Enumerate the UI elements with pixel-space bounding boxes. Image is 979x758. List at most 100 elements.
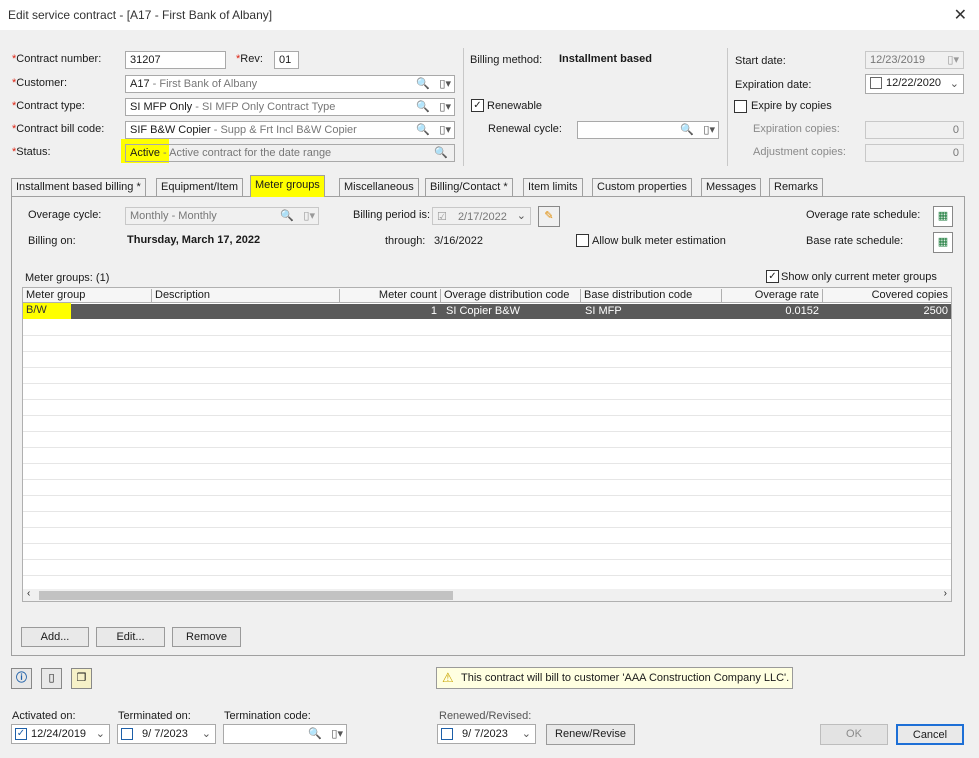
- activated-checkbox[interactable]: ✓: [15, 728, 27, 740]
- chevron-down-icon[interactable]: ⌄: [202, 727, 211, 740]
- column-header[interactable]: Meter group: [23, 289, 152, 303]
- termination-code-label: Termination code:: [224, 710, 311, 722]
- start-date-label: Start date:: [735, 55, 786, 67]
- calendar-icon: ▯▾: [947, 54, 959, 66]
- lookup-dropdown-icon[interactable]: ▯▾: [439, 123, 451, 136]
- lookup-dropdown-icon[interactable]: ▯▾: [439, 100, 451, 113]
- search-icon[interactable]: 🔍: [416, 100, 430, 113]
- edit-button[interactable]: Edit...: [96, 627, 165, 647]
- lookup-dropdown-icon: ▯▾: [303, 210, 315, 222]
- customer-label: *Customer:: [12, 77, 68, 89]
- tab-item-limits[interactable]: Item limits: [523, 178, 583, 196]
- tab-meter-groups[interactable]: Meter groups: [250, 175, 325, 197]
- column-header[interactable]: Covered copies: [823, 289, 951, 303]
- rev-label: *Rev:: [236, 53, 263, 65]
- search-icon[interactable]: 🔍: [416, 77, 430, 90]
- bulk-meter-checkbox[interactable]: [576, 234, 589, 247]
- remove-button[interactable]: Remove: [172, 627, 241, 647]
- terminated-date-field[interactable]: 9/ 7/2023 ⌄: [117, 724, 216, 744]
- title-bar: Edit service contract - [A17 - First Ban…: [0, 0, 979, 30]
- show-current-checkbox[interactable]: ✓: [766, 270, 779, 283]
- horizontal-scrollbar[interactable]: ‹ ›: [23, 588, 951, 601]
- meter-groups-count: Meter groups: (1): [25, 272, 110, 284]
- tab-custom-properties[interactable]: Custom properties: [592, 178, 692, 196]
- contract-number-label: *Contract number:: [12, 53, 102, 65]
- billing-on-label: Billing on:: [28, 235, 76, 247]
- overage-rate-schedule-label: Overage rate schedule:: [806, 209, 921, 221]
- contract-type-field[interactable]: SI MFP Only - SI MFP Only Contract Type …: [125, 98, 455, 116]
- ok-button[interactable]: OK: [820, 724, 888, 745]
- chevron-down-icon[interactable]: ⌄: [96, 727, 105, 740]
- tab-equipment-item[interactable]: Equipment/Item: [156, 178, 244, 196]
- scrollbar-thumb[interactable]: [39, 591, 453, 600]
- status-field[interactable]: Active - Active contract for the date ra…: [125, 144, 455, 162]
- expire-by-copies-label: Expire by copies: [751, 100, 832, 112]
- billing-on-value: Thursday, March 17, 2022: [127, 234, 261, 246]
- add-button[interactable]: Add...: [21, 627, 89, 647]
- row-line: [23, 463, 951, 464]
- status-label: *Status:: [12, 146, 51, 158]
- termination-code-field[interactable]: 🔍 ▯▾: [223, 724, 347, 744]
- tab-messages[interactable]: Messages: [701, 178, 762, 196]
- tab-remarks[interactable]: Remarks: [769, 178, 824, 196]
- row-line: [23, 335, 951, 336]
- bulk-meter-label: Allow bulk meter estimation: [592, 235, 726, 247]
- rate-schedule-icon[interactable]: ▦: [933, 232, 953, 253]
- bill-code-field[interactable]: SIF B&W Copier - Supp & Frt Incl B&W Cop…: [125, 121, 455, 139]
- row-line: [23, 415, 951, 416]
- table-row[interactable]: B/W 1 SI Copier B&W SI MFP 0.0152 2500: [23, 303, 951, 319]
- renewable-label: Renewable: [487, 100, 543, 112]
- terminated-label: Terminated on:: [118, 710, 191, 722]
- chevron-down-icon[interactable]: ⌄: [522, 727, 531, 740]
- column-header[interactable]: Description: [152, 289, 340, 303]
- scroll-right-icon[interactable]: ›: [944, 588, 947, 599]
- close-icon[interactable]: ✕: [954, 5, 967, 25]
- row-line: [23, 431, 951, 432]
- renewal-cycle-field[interactable]: 🔍 ▯▾: [577, 121, 719, 139]
- meter-groups-grid: Meter group Description Meter count Over…: [22, 287, 952, 602]
- search-icon[interactable]: 🔍: [680, 123, 694, 136]
- terminated-checkbox[interactable]: [121, 728, 133, 740]
- adjustment-copies-field: 0: [865, 144, 964, 162]
- search-icon[interactable]: 🔍: [308, 727, 322, 740]
- table-cell: 1: [430, 305, 437, 317]
- row-line: [23, 367, 951, 368]
- renew-revise-button[interactable]: Renew/Revise: [546, 724, 635, 745]
- column-header[interactable]: Overage distribution code: [441, 289, 581, 303]
- customer-field[interactable]: A17 - First Bank of Albany 🔍 ▯▾: [125, 75, 455, 93]
- expiration-date-checkbox[interactable]: [870, 77, 882, 89]
- column-header[interactable]: Meter count: [340, 289, 441, 303]
- expiration-copies-field: 0: [865, 121, 964, 139]
- lookup-dropdown-icon[interactable]: ▯▾: [331, 727, 343, 740]
- contract-number-field[interactable]: 31207: [125, 51, 226, 69]
- search-icon[interactable]: 🔍: [416, 123, 430, 136]
- warning-icon: ⚠: [442, 670, 454, 685]
- renewed-date-field[interactable]: 9/ 7/2023 ⌄: [437, 724, 536, 744]
- tab-miscellaneous[interactable]: Miscellaneous: [339, 178, 419, 196]
- expire-by-copies-checkbox[interactable]: [734, 100, 747, 113]
- row-line: [23, 527, 951, 528]
- renewed-label: Renewed/Revised:: [439, 710, 532, 722]
- pencil-icon[interactable]: ✎: [538, 206, 560, 227]
- activated-date-field[interactable]: ✓ 12/24/2019 ⌄: [11, 724, 110, 744]
- column-header[interactable]: Base distribution code: [581, 289, 722, 303]
- chevron-down-icon[interactable]: ⌄: [950, 77, 959, 90]
- row-line: [23, 383, 951, 384]
- cancel-button[interactable]: Cancel: [896, 724, 964, 745]
- search-icon[interactable]: 🔍: [434, 146, 448, 159]
- renewed-checkbox[interactable]: [441, 728, 453, 740]
- copy-icon[interactable]: ❐: [71, 668, 92, 689]
- renewable-checkbox[interactable]: ✓: [471, 99, 484, 112]
- lookup-dropdown-icon[interactable]: ▯▾: [439, 77, 451, 90]
- tab-installment-billing[interactable]: Installment based billing *: [11, 178, 146, 196]
- scroll-left-icon[interactable]: ‹: [27, 588, 30, 599]
- column-header[interactable]: Overage rate: [722, 289, 823, 303]
- tab-billing-contact[interactable]: Billing/Contact *: [425, 178, 513, 196]
- info-icon[interactable]: ⓘ: [11, 668, 32, 689]
- expiration-date-field[interactable]: 12/22/2020 ⌄: [865, 74, 964, 94]
- clipboard-icon[interactable]: ▯: [41, 668, 62, 689]
- billing-period-field: ☑ 2/17/2022 ⌄: [432, 207, 531, 225]
- rate-schedule-icon[interactable]: ▦: [933, 206, 953, 227]
- lookup-dropdown-icon[interactable]: ▯▾: [703, 123, 715, 136]
- rev-field[interactable]: 01: [274, 51, 299, 69]
